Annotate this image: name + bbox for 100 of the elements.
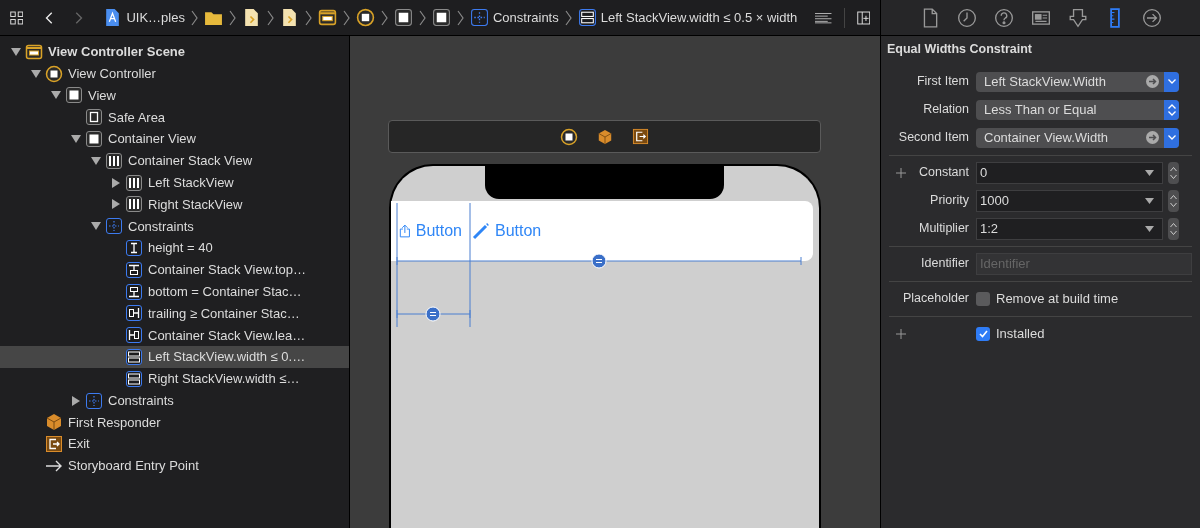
outline-row[interactable]: Constraints [0,389,349,412]
chevron-icon [418,8,426,27]
outline-row[interactable]: trailing ≥ Container Stac… [0,302,349,325]
checkbox-label: Installed [996,325,1045,343]
field-label: Placeholder [903,291,969,306]
path-item[interactable]: Constraints [469,7,559,28]
outline-row[interactable]: bottom = Container Stac… [0,280,349,303]
outline-row[interactable]: First Responder [0,411,349,434]
outline-row[interactable]: Storyboard Entry Point [0,455,349,477]
dropdown-arrow-icon [1145,225,1154,232]
disclosure-triangle-icon[interactable] [91,221,101,232]
outline-row[interactable]: View Controller [0,62,349,85]
phone-button[interactable]: Button [462,219,542,243]
stepper[interactable] [1168,217,1179,240]
disclosure-triangle-icon[interactable] [11,46,21,57]
outline-row[interactable]: Right StackView [0,193,349,216]
outline-row[interactable]: Container View [0,128,349,150]
up-down-chevron-icon [1170,193,1177,208]
exit-icon [632,128,649,145]
constraints-icon [105,217,123,236]
chevron-icon [304,8,312,27]
disclosure-triangle-icon[interactable] [71,395,81,406]
combo-field[interactable]: 1:2 [976,217,1163,240]
chevron-icon [380,8,388,27]
constraints-icon [469,8,489,27]
outline-row[interactable]: height = 40 [0,237,349,259]
scene-icon [317,8,337,27]
constraints-icon [85,391,103,410]
outline-row[interactable]: Safe Area [0,106,349,129]
outline-row[interactable]: View Controller Scene [0,41,349,63]
item-popup[interactable]: Left StackView.Width [976,71,1179,92]
stack-view-icon [125,173,143,192]
outline-row[interactable]: Right StackView.width ≤… [0,367,349,390]
combo-field[interactable]: 1000 [976,189,1163,212]
chevron-icon [342,8,350,27]
help-icon[interactable] [993,7,1014,28]
exit-icon [45,435,63,454]
relation-popup[interactable]: Less Than or Equal [976,99,1179,120]
width-constraint-icon [125,348,143,367]
up-down-chevron-icon [1170,221,1177,236]
outline-row[interactable]: Left StackView [0,171,349,194]
chevron-down-icon [1167,135,1176,141]
checkbox[interactable] [976,326,990,341]
top-constraint-icon [125,260,143,279]
checkbox[interactable] [976,291,990,306]
square-icon [431,8,451,27]
arrow-circle-icon[interactable] [1141,7,1162,28]
plus-icon[interactable] [896,328,906,339]
grid-icon[interactable] [10,8,24,27]
add-editor-icon[interactable] [856,8,870,27]
lines-icon[interactable] [815,10,832,25]
width-constraint-icon [577,8,597,27]
inspector-title: Equal Widths Constraint [886,41,1034,58]
dropdown-arrow-icon [1145,197,1154,204]
chevron-icon [228,8,236,27]
chevron-icon [266,8,274,27]
cube-icon [597,128,613,145]
path-item[interactable] [317,8,337,27]
chevron-icon [456,8,464,27]
path-item[interactable] [431,8,451,27]
combo-field[interactable]: 0 [976,161,1163,184]
disclosure-triangle-icon[interactable] [111,177,121,188]
path-item[interactable] [393,8,413,27]
arrow-circle-icon [1146,75,1159,89]
arrow-circle-icon [1146,131,1159,145]
item-popup[interactable]: Container View.Width [976,127,1179,148]
stack-view-icon [125,195,143,214]
clock-icon[interactable] [956,7,977,28]
stepper[interactable] [1168,189,1179,212]
dropdown-arrow-icon [1145,169,1154,176]
outline-row[interactable]: Constraints [0,215,349,238]
path-item[interactable]: UIK…ples [103,7,185,28]
checkmark-icon [978,329,988,338]
stack-view-icon [105,151,123,170]
path-item[interactable] [355,8,375,27]
outline-row[interactable]: Container Stack View.lea… [0,324,349,347]
field-label: Multiplier [919,221,969,236]
disclosure-triangle-icon[interactable] [31,68,41,79]
outline-row[interactable]: Container Stack View.top… [0,258,349,281]
square-icon [65,86,83,105]
disclosure-triangle-icon[interactable] [91,155,101,166]
height-constraint-icon [125,239,143,258]
phone-button[interactable]: Button [391,219,462,243]
square-icon [85,130,103,149]
outline-row[interactable]: View [0,84,349,107]
plus-icon[interactable] [896,167,906,178]
chevron-down-icon [1167,79,1176,85]
pencil-icon [472,222,490,240]
chevron-icon [190,8,198,27]
disclosure-triangle-icon[interactable] [111,199,121,210]
outline-row[interactable]: Left StackView.width ≤ 0.… [0,346,349,368]
outline-row[interactable]: Exit [0,433,349,456]
stepper[interactable] [1168,161,1179,184]
outline-row[interactable]: Container Stack View [0,150,349,172]
disclosure-triangle-icon[interactable] [71,134,81,145]
width-constraint-icon [125,369,143,388]
field-label: Identifier [921,256,969,271]
disclosure-triangle-icon[interactable] [51,90,61,101]
path-item[interactable]: Left StackView.width ≤ 0.5 × width [577,7,798,28]
field-label: Relation [923,102,969,117]
